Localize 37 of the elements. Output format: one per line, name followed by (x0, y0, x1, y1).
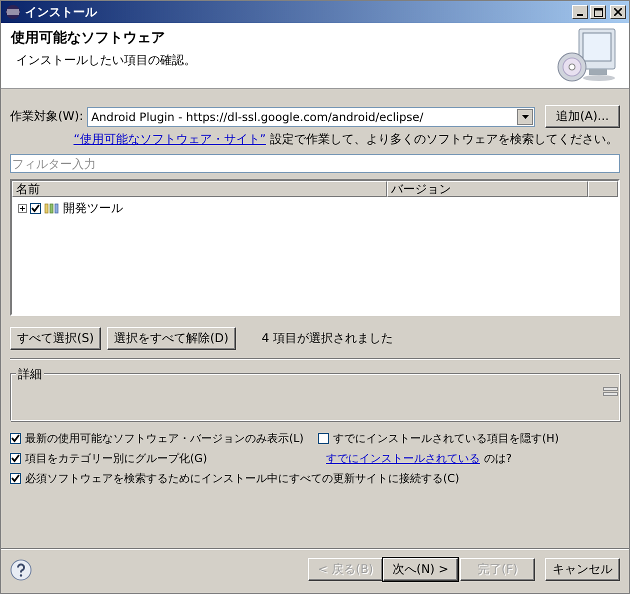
minimize-icon[interactable] (572, 5, 588, 19)
option-label: 必須ソフトウェアを検索するためにインストール中にすべての更新サイトに接続する(C) (25, 471, 460, 486)
checkbox[interactable] (10, 473, 21, 484)
checkbox[interactable] (10, 453, 21, 464)
select-all-button[interactable]: すべて選択(S) (10, 327, 101, 350)
page-title: 使用可能なソフトウェア (11, 29, 166, 47)
available-sites-link[interactable]: “使用可能なソフトウェア・サイト” (74, 131, 266, 148)
add-button[interactable]: 追加(A)... (545, 105, 620, 128)
checkbox[interactable] (30, 203, 41, 214)
dropdown-arrow-icon[interactable] (522, 114, 528, 118)
work-with-combo[interactable]: Android Plugin - https://dl-ssl.google.com/android/eclipse/ (87, 106, 535, 126)
option-label: 最新の使用可能なソフトウェア・バージョンのみ表示(L) (25, 431, 304, 446)
window-title: インストール (25, 4, 98, 20)
selection-status: 4 項目が選択されました (262, 330, 394, 347)
checkbox[interactable] (318, 433, 329, 444)
filter-field[interactable]: フィルター入力 (10, 154, 620, 173)
help-icon[interactable] (10, 558, 32, 580)
page-subtitle: インストールしたい項目の確認。 (16, 52, 197, 69)
category-icon (44, 203, 60, 214)
column-header[interactable]: バージョン (387, 181, 588, 197)
app-icon (5, 4, 21, 20)
wizard-button[interactable]: キャンセル (545, 558, 620, 581)
expand-icon[interactable] (18, 204, 27, 213)
option-label: 項目をカテゴリー別にグループ化(G) (25, 451, 208, 466)
close-icon[interactable] (610, 5, 626, 19)
maximize-icon[interactable] (590, 5, 606, 19)
link-suffix: のは? (484, 451, 512, 466)
hint-text: 設定で作業して、より多くのソフトウェアを検索してください。 (270, 131, 618, 148)
deselect-all-button[interactable]: 選択をすべて解除(D) (106, 327, 236, 350)
option-label: すでにインストールされている項目を隠す(H) (333, 431, 559, 446)
field-label: 作業対象(W): (10, 108, 84, 125)
checkbox[interactable] (10, 433, 21, 444)
column-header[interactable]: 名前 (12, 181, 387, 197)
wizard-button[interactable]: 次へ(N) > (383, 558, 458, 581)
installed-link[interactable]: すでにインストールされている (326, 451, 480, 466)
tree-item-label[interactable]: 開発ツール (63, 200, 123, 217)
group-label: 詳細 (16, 366, 44, 383)
